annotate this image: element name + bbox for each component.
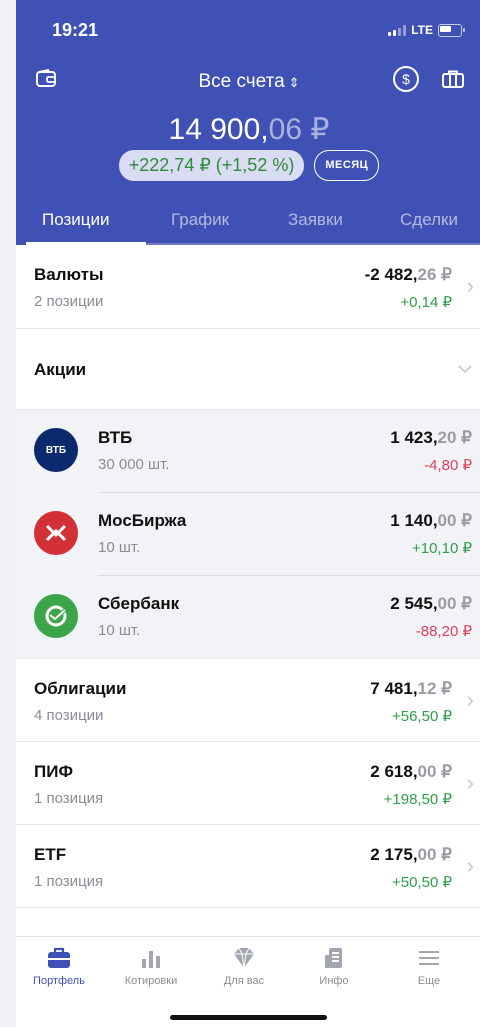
shares-list: ВТБ ВТБ 30 000 шт. 1 423,20 ₽ -4,80 ₽ Мо… — [16, 410, 480, 659]
chevron-right-icon: › — [466, 770, 474, 795]
tab-positions[interactable]: Позиции — [42, 210, 110, 230]
total-balance: 14 900,06 ₽ — [16, 112, 480, 147]
chevron-right-icon: › — [466, 273, 474, 298]
tab-deals[interactable]: Сделки — [400, 210, 458, 230]
stock-row-moex[interactable]: МосБиржа 10 шт. 1 140,00 ₽ +10,10 ₽ — [16, 493, 480, 576]
stock-name: МосБиржа — [98, 511, 187, 530]
nav-for-you[interactable]: Для вас — [204, 947, 284, 987]
balance-change-chip: +222,74 ₽ (+1,52 %) — [118, 150, 305, 181]
group-row-funds[interactable]: ПИФ 1 позиция 2 618,00 ₽ +198,50 ₽ › — [16, 742, 480, 825]
chevron-right-icon: › — [466, 853, 474, 878]
sber-logo — [34, 594, 78, 638]
period-button[interactable]: МЕСЯЦ — [314, 150, 380, 181]
group-row-bonds[interactable]: Облигации 4 позиции 7 481,12 ₽ +56,50 ₽ … — [16, 659, 480, 742]
network-label: LTE — [411, 23, 433, 37]
stock-qty: 10 шт. — [98, 539, 141, 556]
group-change: +50,50 ₽ — [391, 874, 452, 891]
group-count: 1 позиция — [34, 790, 104, 807]
group-name: ETF — [34, 845, 67, 864]
account-title: Все счета — [198, 71, 285, 92]
stock-value: 1 140,00 ₽ — [390, 511, 472, 530]
group-row-etf[interactable]: ETF 1 позиция 2 175,00 ₽ +50,50 ₽ › — [16, 825, 480, 908]
stock-qty: 10 шт. — [98, 622, 141, 639]
stock-name: Сбербанк — [98, 594, 180, 613]
tab-orders[interactable]: Заявки — [288, 210, 343, 230]
bar-chart-icon — [142, 951, 160, 968]
portfolio-tabs: Позиции График Заявки Сделки — [16, 210, 480, 245]
tab-chart[interactable]: График — [171, 210, 229, 230]
status-indicators: LTE — [388, 23, 465, 37]
status-time: 19:21 — [52, 20, 99, 40]
group-name: Валюты — [34, 265, 104, 284]
group-value: 2 175,00 ₽ — [370, 845, 452, 864]
group-name: Облигации — [34, 679, 127, 698]
group-row-currencies[interactable]: Валюты 2 позиции -2 482,26 ₽ +0,14 ₽ › — [16, 245, 480, 329]
stock-change: -88,20 ₽ — [415, 623, 472, 640]
briefcase-icon — [48, 947, 70, 968]
stock-row-sber[interactable]: Сбербанк 10 шт. 2 545,00 ₽ -88,20 ₽ — [16, 576, 480, 659]
balance-int: 14 900, — [168, 113, 269, 146]
group-change: +56,50 ₽ — [391, 708, 452, 725]
group-count: 4 позиции — [34, 707, 104, 724]
sort-chevron-icon: ⇕ — [288, 75, 300, 90]
chevron-right-icon: › — [466, 687, 474, 712]
group-name: ПИФ — [34, 762, 73, 781]
nav-info[interactable]: Инфо — [294, 947, 374, 987]
nav-more[interactable]: Еще — [389, 947, 469, 987]
group-value: 2 618,00 ₽ — [370, 762, 452, 781]
nav-quotes[interactable]: Котировки — [111, 947, 191, 987]
group-count: 2 позиции — [34, 293, 104, 310]
group-change: +0,14 ₽ — [400, 294, 452, 311]
stock-change: +10,10 ₽ — [411, 540, 472, 557]
nav-portfolio[interactable]: Портфель — [19, 947, 99, 987]
phone-screen: 19:21 LTE Все счета ⇕ $ 14 900,06 ₽ +222… — [16, 0, 480, 1027]
group-change: +198,50 ₽ — [383, 791, 452, 808]
account-nav: Все счета ⇕ $ — [16, 66, 480, 96]
diamond-icon — [234, 947, 254, 969]
home-indicator[interactable] — [170, 1015, 327, 1020]
group-name: Акции — [34, 360, 87, 379]
balance-frac: 06 ₽ — [268, 113, 330, 146]
menu-icon — [419, 951, 439, 965]
stock-name: ВТБ — [98, 428, 133, 447]
bottom-nav: Портфель Котировки Для вас Инфо Еще — [16, 936, 480, 1007]
group-count: 1 позиция — [34, 873, 104, 890]
moex-logo — [34, 511, 78, 555]
stock-change: -4,80 ₽ — [424, 457, 472, 474]
nav-label: Еще — [417, 975, 441, 987]
nav-label: Котировки — [124, 975, 178, 987]
portfolio-header: 19:21 LTE Все счета ⇕ $ 14 900,06 ₽ +222… — [16, 0, 480, 245]
nav-label: Инфо — [319, 975, 349, 987]
stock-value: 2 545,00 ₽ — [390, 594, 472, 613]
stock-qty: 30 000 шт. — [98, 456, 170, 473]
vtb-logo: ВТБ — [34, 428, 78, 472]
document-icon — [325, 948, 342, 968]
change-row: +222,74 ₽ (+1,52 %) МЕСЯЦ — [16, 150, 480, 181]
nav-label: Для вас — [223, 975, 265, 987]
group-row-shares[interactable]: Акции — [16, 329, 480, 410]
chevron-down-icon — [458, 365, 472, 374]
signal-icon — [388, 24, 407, 36]
currency-icon[interactable]: $ — [393, 66, 419, 92]
group-value: -2 482,26 ₽ — [364, 265, 452, 284]
stock-value: 1 423,20 ₽ — [390, 428, 472, 447]
nav-label: Портфель — [33, 975, 85, 987]
stock-row-vtb[interactable]: ВТБ ВТБ 30 000 шт. 1 423,20 ₽ -4,80 ₽ — [16, 410, 480, 493]
battery-icon — [438, 23, 465, 37]
group-value: 7 481,12 ₽ — [370, 679, 452, 698]
briefcase-icon[interactable] — [442, 70, 464, 88]
